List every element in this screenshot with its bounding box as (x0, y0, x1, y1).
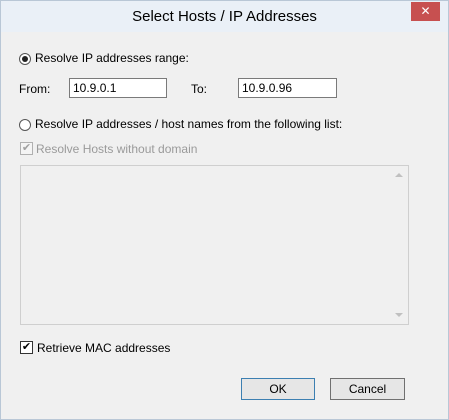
to-label: To: (191, 82, 208, 96)
range-radio[interactable] (19, 53, 31, 65)
cancel-button[interactable]: Cancel (330, 378, 405, 400)
list-scrollbar[interactable] (391, 166, 408, 324)
without-domain-label: Resolve Hosts without domain (36, 142, 198, 156)
chevron-up-icon[interactable] (395, 173, 403, 177)
close-button[interactable]: ✕ (411, 2, 440, 21)
dialog-window: Select Hosts / IP Addresses ✕ Resolve IP… (0, 0, 449, 420)
dialog-body: Resolve IP addresses range: From: To: Re… (8, 32, 441, 412)
retrieve-mac-checkbox[interactable]: ✔ (20, 341, 33, 354)
without-domain-checkbox[interactable]: ✔ (20, 142, 33, 155)
from-ip-input[interactable] (69, 78, 167, 98)
list-radio[interactable] (19, 119, 31, 131)
retrieve-mac-label[interactable]: Retrieve MAC addresses (37, 341, 170, 355)
close-icon: ✕ (420, 4, 431, 18)
title-bar: Select Hosts / IP Addresses ✕ (1, 1, 448, 32)
host-list-box[interactable] (20, 165, 409, 325)
chevron-down-icon[interactable] (395, 313, 403, 317)
check-icon: ✔ (21, 341, 32, 353)
list-radio-label[interactable]: Resolve IP addresses / host names from t… (35, 117, 342, 131)
to-ip-input[interactable] (238, 78, 337, 98)
from-label: From: (19, 82, 51, 96)
ok-button[interactable]: OK (241, 378, 315, 400)
dialog-title: Select Hosts / IP Addresses (132, 8, 317, 25)
check-icon: ✔ (21, 142, 32, 154)
range-radio-label[interactable]: Resolve IP addresses range: (35, 51, 189, 65)
